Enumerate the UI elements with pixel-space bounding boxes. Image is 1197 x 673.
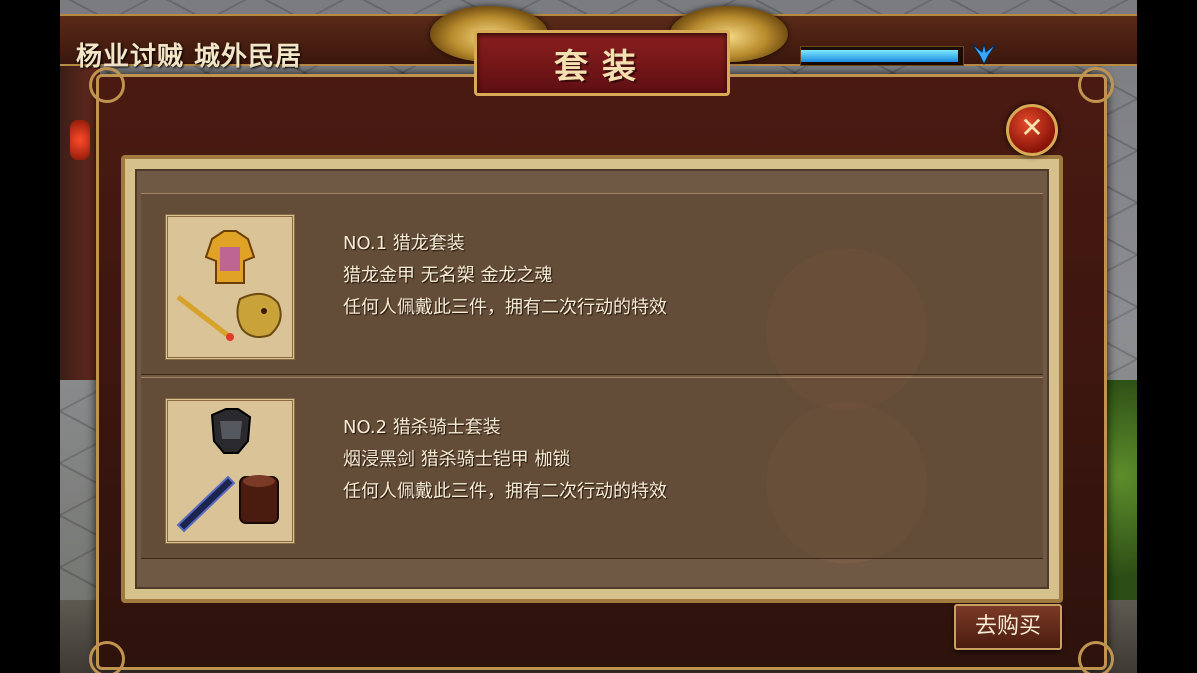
- equipment-set-dialog: NO.1 猎龙套装 猎龙金甲 无名槊 金龙之魂 任何人佩戴此三件，拥有二次行动的…: [89, 67, 1114, 673]
- set-list: NO.1 猎龙套装 猎龙金甲 无名槊 金龙之魂 任何人佩戴此三件，拥有二次行动的…: [135, 169, 1049, 589]
- set-row[interactable]: NO.2 猎杀骑士套装 烟浸黑剑 猎杀骑士铠甲 枷锁 任何人佩戴此三件，拥有二次…: [141, 377, 1043, 559]
- close-icon: ✕: [1020, 111, 1044, 144]
- bird-shape: [971, 43, 997, 66]
- golden-armor-set-icon: [176, 230, 282, 341]
- set-items-image: [165, 214, 295, 360]
- title-plate: 套装: [474, 30, 730, 96]
- set-list-frame: NO.1 猎龙套装 猎龙金甲 无名槊 金龙之魂 任何人佩戴此三件，拥有二次行动的…: [121, 155, 1063, 603]
- blue-bird-icon: [970, 40, 998, 73]
- corner-ornament: [1078, 67, 1114, 103]
- corner-ornament: [89, 67, 125, 103]
- right-letterbox: [1137, 0, 1197, 673]
- game-viewport: 杨业讨贼 城外民居 NO.1 猎龙套装 猎龙金甲 无名槊 金龙之魂 任何人佩戴此…: [60, 0, 1137, 673]
- set-items-image: [165, 398, 295, 544]
- set-row[interactable]: NO.1 猎龙套装 猎龙金甲 无名槊 金龙之魂 任何人佩戴此三件，拥有二次行动的…: [141, 193, 1043, 375]
- hp-bar: [800, 46, 964, 66]
- buy-button[interactable]: 去购买: [954, 604, 1062, 650]
- set-name: NO.2 猎杀骑士套装: [343, 417, 501, 438]
- set-description: NO.2 猎杀骑士套装 烟浸黑剑 猎杀骑士铠甲 枷锁 任何人佩戴此三件，拥有二次…: [343, 412, 667, 508]
- set-items: 猎龙金甲 无名槊 金龙之魂: [343, 265, 553, 286]
- set-effect: 任何人佩戴此三件，拥有二次行动的特效: [343, 481, 667, 502]
- set-name: NO.1 猎龙套装: [343, 233, 465, 254]
- set-items: 烟浸黑剑 猎杀骑士铠甲 枷锁: [343, 449, 571, 470]
- dark-knight-set-icon: [176, 408, 279, 533]
- corner-ornament: [89, 641, 125, 673]
- set-effect: 任何人佩戴此三件，拥有二次行动的特效: [343, 297, 667, 318]
- set-description: NO.1 猎龙套装 猎龙金甲 无名槊 金龙之魂 任何人佩戴此三件，拥有二次行动的…: [343, 228, 667, 324]
- dialog-title: 套装: [554, 47, 650, 87]
- left-letterbox: [0, 0, 60, 673]
- red-lantern-icon: [70, 120, 90, 160]
- close-button[interactable]: ✕: [1006, 104, 1058, 156]
- background-building: [60, 60, 100, 380]
- corner-ornament: [1078, 641, 1114, 673]
- hp-bar-fill: [801, 50, 959, 62]
